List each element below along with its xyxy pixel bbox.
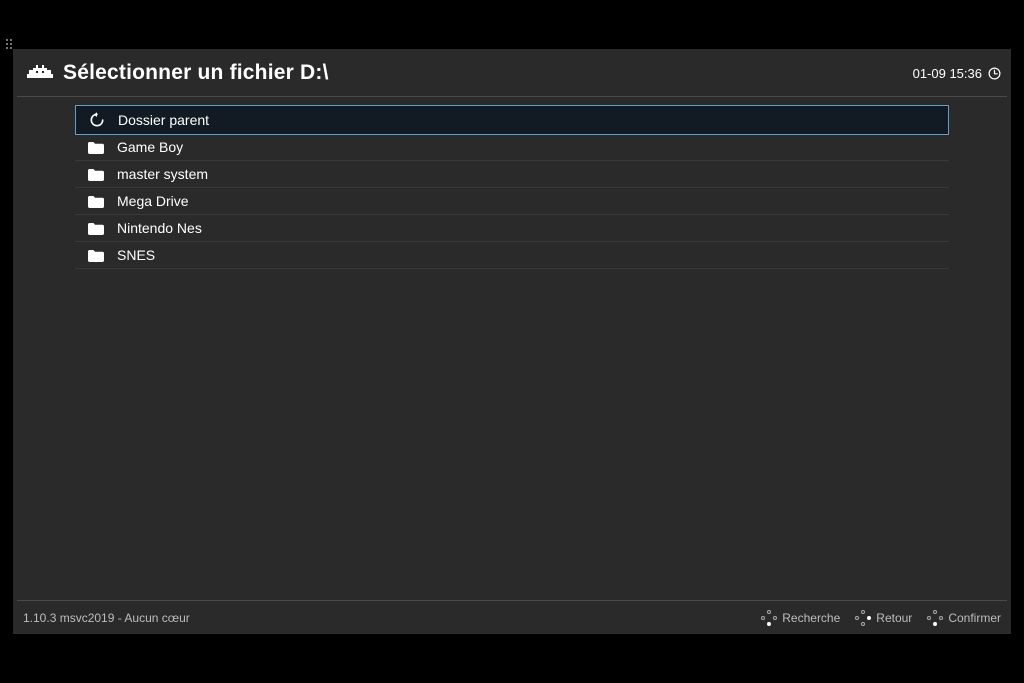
header: Sélectionner un fichier D:\ 01-09 15:36: [13, 49, 1011, 97]
list-item[interactable]: Game Boy: [75, 134, 949, 161]
list-item[interactable]: SNES: [75, 242, 949, 269]
gamepad-icon: [762, 611, 776, 625]
action-confirm[interactable]: Confirmer: [928, 611, 1001, 625]
folder-icon: [87, 168, 105, 181]
folder-icon: [87, 195, 105, 208]
list-item[interactable]: Nintendo Nes: [75, 215, 949, 242]
gamepad-icon: [928, 611, 942, 625]
footer: 1.10.3 msvc2019 - Aucun cœur Recherche R…: [17, 600, 1007, 634]
list-item[interactable]: Mega Drive: [75, 188, 949, 215]
app-logo-icon: [27, 64, 53, 82]
back-icon: [88, 112, 106, 128]
action-back[interactable]: Retour: [856, 611, 912, 625]
gamepad-icon: [856, 611, 870, 625]
clock-icon: [988, 67, 1001, 80]
list-item-label: Mega Drive: [117, 193, 189, 209]
list-item-label: Game Boy: [117, 139, 183, 155]
folder-icon: [87, 141, 105, 154]
list-item-label: Nintendo Nes: [117, 220, 202, 236]
page-title: Sélectionner un fichier D:\: [63, 61, 329, 85]
action-search[interactable]: Recherche: [762, 611, 840, 625]
clock-text: 01-09 15:36: [913, 66, 982, 81]
list-item[interactable]: master system: [75, 161, 949, 188]
list-item-label: Dossier parent: [118, 112, 209, 128]
window-drag-handle[interactable]: [6, 39, 12, 49]
folder-icon: [87, 222, 105, 235]
action-label: Confirmer: [948, 611, 1001, 625]
file-list: Dossier parent Game Boy master system Me…: [75, 105, 949, 269]
header-divider: [17, 96, 1007, 97]
folder-icon: [87, 249, 105, 262]
list-item-label: master system: [117, 166, 208, 182]
action-label: Retour: [876, 611, 912, 625]
clock: 01-09 15:36: [913, 66, 1001, 81]
app-window: Sélectionner un fichier D:\ 01-09 15:36 …: [13, 49, 1011, 634]
list-item-parent[interactable]: Dossier parent: [75, 105, 949, 135]
action-label: Recherche: [782, 611, 840, 625]
status-text: 1.10.3 msvc2019 - Aucun cœur: [23, 611, 190, 625]
footer-actions: Recherche Retour Confirmer: [762, 611, 1001, 625]
list-item-label: SNES: [117, 247, 155, 263]
